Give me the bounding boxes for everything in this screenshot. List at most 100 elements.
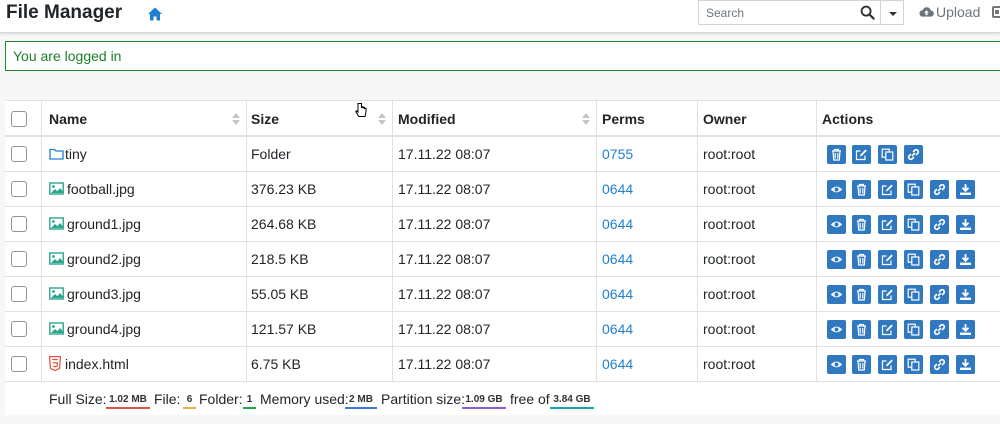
download-button[interactable] [956, 355, 975, 374]
search-options-dropdown[interactable] [881, 0, 904, 25]
preview-button[interactable] [827, 180, 846, 199]
file-name-link[interactable]: football.jpg [67, 181, 135, 197]
sort-icon[interactable] [232, 113, 240, 125]
free-of-badge: 3.84 GB [550, 393, 594, 409]
preview-button[interactable] [827, 215, 846, 234]
download-button[interactable] [956, 285, 975, 304]
row-checkbox[interactable] [11, 286, 27, 302]
table-row[interactable]: tiny Folder 17.11.22 08:07 0755 root:roo… [5, 137, 1000, 172]
table-row[interactable]: ground1.jpg 264.68 KB 17.11.22 08:07 064… [5, 207, 1000, 242]
direct-link-button[interactable] [930, 180, 949, 199]
file-name-link[interactable]: ground2.jpg [67, 251, 141, 267]
trash-icon [857, 183, 866, 196]
file-owner: root:root [703, 251, 756, 267]
delete-button[interactable] [852, 285, 871, 304]
file-name-link[interactable]: index.html [65, 356, 129, 372]
home-icon[interactable] [147, 6, 163, 22]
app-title[interactable]: File Manager [6, 2, 122, 24]
table-row[interactable]: ground4.jpg 121.57 KB 17.11.22 08:07 064… [5, 312, 1000, 347]
rename-button[interactable] [878, 355, 897, 374]
file-name-link[interactable]: ground1.jpg [67, 216, 141, 232]
select-all-checkbox[interactable] [11, 111, 27, 127]
copy-button[interactable] [904, 215, 923, 234]
delete-button[interactable] [852, 215, 871, 234]
window-icon[interactable] [992, 6, 1000, 18]
file-perms-link[interactable]: 0644 [602, 216, 633, 232]
rename-button[interactable] [878, 250, 897, 269]
copy-icon [881, 148, 894, 161]
copy-button[interactable] [904, 180, 923, 199]
rename-button[interactable] [878, 320, 897, 339]
copy-button[interactable] [904, 285, 923, 304]
direct-link-button[interactable] [930, 250, 949, 269]
row-checkbox[interactable] [11, 321, 27, 337]
copy-button[interactable] [904, 250, 923, 269]
eye-icon [830, 361, 843, 368]
column-header-name[interactable]: Name [49, 111, 87, 127]
copy-button[interactable] [904, 320, 923, 339]
direct-link-button[interactable] [930, 320, 949, 339]
rename-button[interactable] [852, 145, 871, 164]
copy-button[interactable] [878, 145, 897, 164]
storage-summary: Full Size: 1.02 MB File: 6 Folder: 1 Mem… [5, 383, 1000, 416]
copy-icon [907, 253, 920, 266]
download-button[interactable] [956, 180, 975, 199]
image-file-icon [49, 322, 64, 335]
file-table: Name Size Modified Perms Owner Actions t… [5, 100, 1000, 415]
search-icon[interactable] [860, 5, 875, 20]
download-button[interactable] [956, 320, 975, 339]
eye-icon [830, 256, 843, 263]
delete-button[interactable] [852, 320, 871, 339]
preview-button[interactable] [827, 355, 846, 374]
delete-button[interactable] [827, 145, 846, 164]
copy-button[interactable] [904, 355, 923, 374]
delete-button[interactable] [852, 355, 871, 374]
sort-icon[interactable] [582, 113, 590, 125]
column-header-size[interactable]: Size [251, 111, 279, 127]
edit-icon [881, 359, 893, 371]
sort-icon[interactable] [378, 113, 386, 125]
partition-size-label: Partition size: [381, 391, 466, 407]
file-name-link[interactable]: tiny [65, 146, 87, 162]
rename-button[interactable] [878, 215, 897, 234]
direct-link-button[interactable] [930, 285, 949, 304]
file-owner: root:root [703, 356, 756, 372]
memory-used-badge: 2 MB [345, 393, 377, 409]
full-size-label: Full Size: [49, 391, 107, 407]
upload-label: Upload [936, 4, 981, 20]
delete-button[interactable] [852, 250, 871, 269]
row-checkbox[interactable] [11, 181, 27, 197]
file-name-link[interactable]: ground3.jpg [67, 286, 141, 302]
preview-button[interactable] [827, 285, 846, 304]
download-button[interactable] [956, 250, 975, 269]
row-checkbox[interactable] [11, 216, 27, 232]
file-perms-link[interactable]: 0644 [602, 181, 633, 197]
column-header-modified[interactable]: Modified [398, 111, 456, 127]
file-name-link[interactable]: ground4.jpg [67, 321, 141, 337]
trash-icon [857, 358, 866, 371]
link-icon [933, 183, 946, 196]
rename-button[interactable] [878, 285, 897, 304]
rename-button[interactable] [878, 180, 897, 199]
file-perms-link[interactable]: 0755 [602, 146, 633, 162]
preview-button[interactable] [827, 250, 846, 269]
row-checkbox[interactable] [11, 251, 27, 267]
file-perms-link[interactable]: 0644 [602, 286, 633, 302]
table-row[interactable]: football.jpg 376.23 KB 17.11.22 08:07 06… [5, 172, 1000, 207]
row-checkbox[interactable] [11, 356, 27, 372]
download-button[interactable] [956, 215, 975, 234]
direct-link-button[interactable] [904, 145, 923, 164]
preview-button[interactable] [827, 320, 846, 339]
file-perms-link[interactable]: 0644 [602, 356, 633, 372]
file-perms-link[interactable]: 0644 [602, 251, 633, 267]
table-row[interactable]: index.html 6.75 KB 17.11.22 08:07 0644 r… [5, 347, 1000, 382]
direct-link-button[interactable] [930, 355, 949, 374]
row-checkbox[interactable] [11, 146, 27, 162]
search-input[interactable] [699, 1, 854, 24]
file-perms-link[interactable]: 0644 [602, 321, 633, 337]
link-icon [907, 148, 920, 161]
delete-button[interactable] [852, 180, 871, 199]
table-row[interactable]: ground2.jpg 218.5 KB 17.11.22 08:07 0644… [5, 242, 1000, 277]
table-row[interactable]: ground3.jpg 55.05 KB 17.11.22 08:07 0644… [5, 277, 1000, 312]
direct-link-button[interactable] [930, 215, 949, 234]
